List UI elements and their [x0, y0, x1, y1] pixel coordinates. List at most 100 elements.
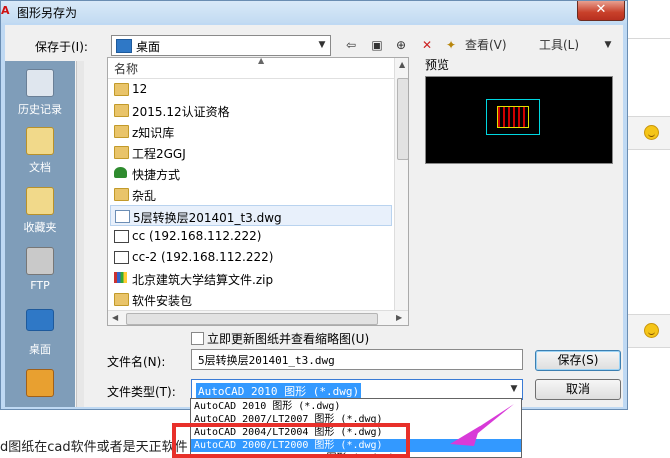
- place-history[interactable]: 历史记录: [5, 69, 75, 117]
- sort-ascending-icon: ▲: [258, 57, 265, 65]
- file-name: 5层转换层201401_t3.dwg: [133, 211, 282, 225]
- file-list-item[interactable]: cc-2 (192.168.112.222): [110, 247, 392, 268]
- net-icon: [114, 251, 129, 264]
- update-thumbnail-checkbox[interactable]: [191, 332, 204, 345]
- dialog-client: 保存于(I): 桌面 ▼ ⇦ ▣ ⊕ ✕ ✦ 查看(V) 工具(L) ▼ 历史记…: [5, 25, 623, 407]
- shortcut-icon: [114, 167, 127, 178]
- file-list-item[interactable]: 5层转换层201401_t3.dwg: [110, 205, 392, 226]
- emoji-icon: [644, 125, 659, 140]
- scroll-right-icon[interactable]: ▶: [396, 313, 402, 322]
- documents-icon: [26, 127, 54, 155]
- file-list-item[interactable]: 12: [110, 79, 392, 100]
- tools-chevron-icon[interactable]: ▼: [601, 35, 615, 55]
- filetype-value: AutoCAD 2010 图形 (*.dwg): [196, 383, 362, 399]
- file-list-item[interactable]: 杂乱: [110, 184, 392, 205]
- file-list-item[interactable]: 软件安装包: [110, 289, 392, 310]
- place-label: 文档: [29, 161, 51, 174]
- place-documents[interactable]: 文档: [5, 127, 75, 175]
- filetype-dropdown[interactable]: AutoCAD 2010 图形 (*.dwg) ▼: [191, 379, 523, 400]
- title-bar[interactable]: A 图形另存为 ✕: [1, 1, 627, 23]
- places-scrollbar[interactable]: [76, 61, 84, 407]
- place-label: 收藏夹: [23, 221, 57, 234]
- preview-label: 预览: [425, 58, 450, 72]
- ftp-icon: [26, 247, 54, 275]
- filename-input[interactable]: 5层转换层201401_t3.dwg: [191, 349, 523, 370]
- savein-label: 保存于(I):: [35, 40, 88, 54]
- file-list-item[interactable]: 北京建筑大学结算文件.zip: [110, 268, 392, 289]
- file-name: z知识库: [132, 126, 175, 140]
- buzzsaw-icon: [26, 369, 54, 397]
- file-name: 快捷方式: [132, 168, 181, 182]
- place-label: 历史记录: [18, 103, 62, 116]
- place-label: 桌面: [29, 343, 51, 356]
- folder-icon: [114, 125, 129, 138]
- net-icon: [114, 230, 129, 243]
- save-button[interactable]: 保存(S): [535, 350, 621, 371]
- views-menu[interactable]: 查看(V): [465, 35, 515, 55]
- savein-dropdown[interactable]: 桌面 ▼: [111, 35, 331, 56]
- back-icon[interactable]: ⇦: [341, 35, 361, 55]
- autocad-app-icon: A: [1, 4, 10, 17]
- close-button[interactable]: ✕: [577, 1, 625, 21]
- preview-thumbnail: [425, 76, 613, 164]
- file-name: 工程2GGJ: [132, 147, 186, 161]
- zip-icon: [114, 272, 127, 283]
- file-name: 2015.12认证资格: [132, 105, 230, 119]
- cancel-button[interactable]: 取消: [535, 379, 621, 400]
- tools-menu[interactable]: 工具(L): [539, 35, 589, 55]
- scroll-thumb[interactable]: [126, 313, 378, 325]
- folder-icon: [114, 104, 129, 117]
- emoji-icon: [644, 323, 659, 338]
- place-label: FTP: [30, 279, 50, 292]
- background-comment-bar: [628, 116, 670, 150]
- annotation-arrow-icon: [450, 404, 514, 446]
- chevron-down-icon: ▼: [510, 384, 518, 394]
- file-name: 杂乱: [132, 189, 157, 203]
- chevron-down-icon: ▼: [318, 40, 326, 50]
- drawing-thumbnail: [486, 99, 540, 135]
- file-name: 12: [132, 82, 148, 96]
- desktop-icon: [26, 309, 54, 331]
- scroll-thumb[interactable]: [397, 78, 408, 160]
- scroll-left-icon[interactable]: ◀: [112, 313, 118, 322]
- file-list-item[interactable]: 2015.12认证资格: [110, 100, 392, 121]
- column-header-name[interactable]: 名称 ▲: [108, 58, 394, 79]
- savein-value: 桌面: [136, 40, 161, 54]
- place-desktop[interactable]: 桌面: [5, 309, 75, 357]
- dwg-icon: [115, 210, 130, 223]
- file-name: cc-2 (192.168.112.222): [132, 250, 274, 264]
- annotation-highlight-box: [172, 423, 410, 458]
- save-as-dialog: A 图形另存为 ✕ 保存于(I): 桌面 ▼ ⇦ ▣ ⊕ ✕ ✦ 查看(V) 工…: [0, 0, 628, 410]
- folder-icon: [114, 146, 129, 159]
- filename-label: 文件名(N):: [107, 355, 166, 369]
- desktop-folder-icon: [116, 39, 132, 53]
- file-name: 软件安装包: [132, 294, 193, 308]
- place-favorites[interactable]: 收藏夹: [5, 187, 75, 235]
- search-web-icon[interactable]: ⊕: [391, 35, 411, 55]
- file-list-item[interactable]: cc (192.168.112.222): [110, 226, 392, 247]
- file-list-item[interactable]: 快捷方式: [110, 163, 392, 184]
- up-folder-icon[interactable]: ▣: [367, 35, 387, 55]
- place-ftp[interactable]: FTP: [5, 247, 75, 292]
- new-folder-icon[interactable]: ✦: [441, 35, 461, 55]
- folder-icon: [114, 83, 129, 96]
- dialog-title: 图形另存为: [17, 6, 78, 20]
- vertical-scrollbar[interactable]: ▲: [394, 58, 408, 310]
- file-list[interactable]: 名称 ▲ 12 2015.12认证资格 z知识库工程2GGJ 快捷方式杂乱 5层转换层2…: [107, 57, 409, 326]
- background-comment-bar: [628, 314, 670, 348]
- horizontal-scrollbar[interactable]: ◀ ▶: [108, 310, 408, 325]
- filetype-label: 文件类型(T):: [107, 385, 176, 399]
- scroll-up-icon[interactable]: ▲: [399, 60, 405, 69]
- background-text: d图纸在cad软件或者是天正软件: [0, 440, 188, 455]
- column-name-label: 名称: [114, 62, 139, 76]
- folder-icon: [114, 188, 129, 201]
- history-icon: [26, 69, 54, 97]
- file-name: cc (192.168.112.222): [132, 229, 262, 243]
- file-list-item[interactable]: 工程2GGJ: [110, 142, 392, 163]
- file-list-item[interactable]: z知识库: [110, 121, 392, 142]
- place-buzzsaw[interactable]: [5, 369, 75, 397]
- delete-icon[interactable]: ✕: [417, 35, 437, 55]
- update-thumbnail-label: 立即更新图纸并查看缩略图(U): [207, 332, 370, 346]
- favorites-icon: [26, 187, 54, 215]
- folder-icon: [114, 293, 129, 306]
